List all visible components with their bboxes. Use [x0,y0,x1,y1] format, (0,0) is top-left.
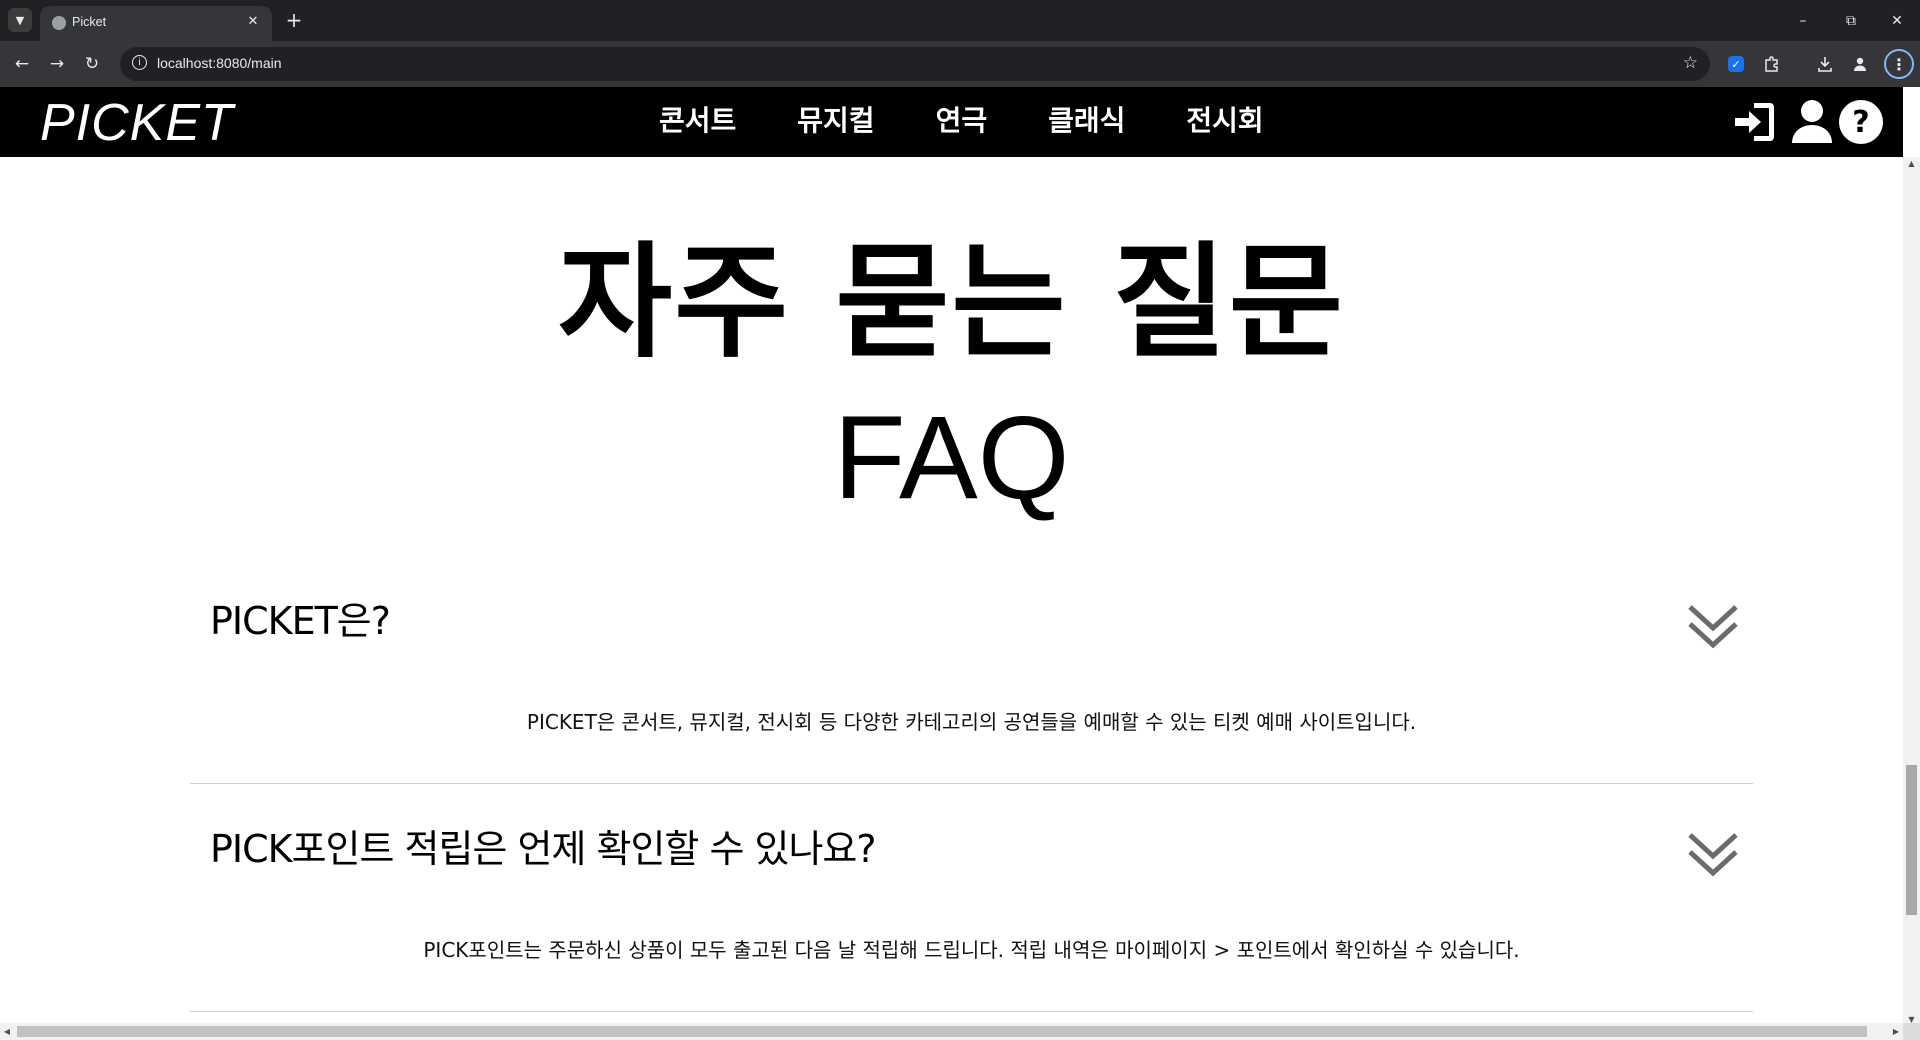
site-header: PICKET 콘서트 뮤지컬 연극 클래식 전시회 ? [0,87,1903,157]
browser-toolbar: ← → ↻ i localhost:8080/main ☆ ✓ ⋮ [0,41,1920,87]
browser-tab-bar: ▼ Picket ✕ + – ⧉ ✕ [0,0,1920,41]
page-subtitle: FAQ [833,392,1070,524]
info-icon[interactable]: i [132,55,147,70]
profile-icon[interactable] [1847,51,1873,77]
address-bar[interactable]: i localhost:8080/main ☆ [120,47,1710,81]
scrollbar-corner [1903,1023,1920,1040]
back-icon[interactable]: ← [9,51,35,77]
reload-icon[interactable]: ↻ [79,51,105,77]
main-nav: 콘서트 뮤지컬 연극 클래식 전시회 [659,101,1264,141]
double-chevron-down-icon[interactable] [1685,602,1741,652]
menu-icon[interactable]: ⋮ [1884,49,1914,79]
plus-icon[interactable]: + [282,8,306,32]
window-close-icon[interactable]: ✕ [1874,0,1920,41]
nav-item-musical[interactable]: 뮤지컬 [797,101,874,141]
extension-icon[interactable]: ✓ [1728,56,1744,72]
puzzle-icon[interactable] [1759,51,1785,77]
page-title: 자주 묻는 질문 [558,231,1345,375]
horizontal-scroll-thumb[interactable] [17,1026,1867,1037]
forward-icon[interactable]: → [44,51,70,77]
horizontal-scrollbar[interactable]: ◀ ▶ [0,1023,1903,1040]
user-icon[interactable] [1787,97,1837,147]
vertical-scrollbar[interactable]: ▲ ▼ [1903,157,1920,1027]
nav-item-exhibition[interactable]: 전시회 [1186,101,1263,141]
url-text[interactable]: localhost:8080/main [157,55,282,71]
nav-item-play[interactable]: 연극 [936,101,988,141]
tab-list-icon[interactable]: ▼ [8,8,32,32]
faq-question[interactable]: PICK포인트 적립은 언제 확인할 수 있나요? [210,818,877,873]
tab-title: Picket [72,15,107,29]
faq-question[interactable]: PICKET은? [210,590,391,645]
favicon-icon [52,16,66,30]
faq-answer: PICK포인트는 주문하신 상품이 모두 출고된 다음 날 적립해 드립니다. … [423,938,1520,962]
divider [190,1011,1753,1012]
scroll-up-icon[interactable]: ▲ [1903,157,1920,171]
browser-tab[interactable]: Picket ✕ [40,6,272,41]
site-logo[interactable]: PICKET [40,93,234,153]
scroll-right-icon[interactable]: ▶ [1889,1023,1903,1040]
help-icon[interactable]: ? [1836,97,1886,147]
divider [190,783,1753,784]
nav-item-concert[interactable]: 콘서트 [659,101,736,141]
nav-item-classic[interactable]: 클래식 [1048,101,1125,141]
login-icon[interactable] [1730,97,1780,147]
double-chevron-down-icon[interactable] [1685,830,1741,880]
faq-answer: PICKET은 콘서트, 뮤지컬, 전시회 등 다양한 카테고리의 공연들을 예… [526,710,1417,734]
close-icon[interactable]: ✕ [244,12,262,30]
minimize-icon[interactable]: – [1780,0,1826,41]
svg-text:?: ? [1852,105,1869,140]
scroll-left-icon[interactable]: ◀ [0,1023,14,1040]
download-icon[interactable] [1812,51,1838,77]
restore-icon[interactable]: ⧉ [1828,0,1874,41]
vertical-scroll-thumb[interactable] [1906,765,1917,915]
star-icon[interactable]: ☆ [1683,53,1698,73]
